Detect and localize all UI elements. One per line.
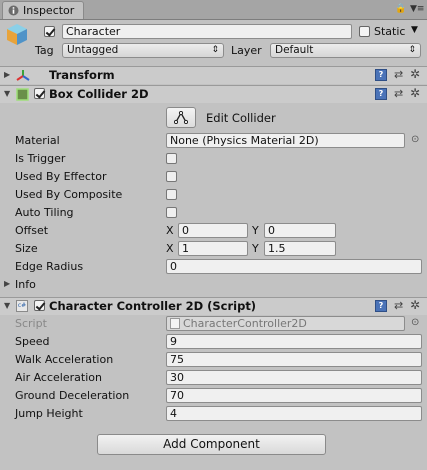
object-picker-icon[interactable]: ⊙ bbox=[411, 134, 419, 145]
edit-collider-label: Edit Collider bbox=[206, 111, 276, 125]
controller-field-input[interactable]: 9 bbox=[166, 334, 422, 349]
layer-dropdown[interactable]: Default ⇕ bbox=[270, 43, 421, 58]
controller-title: Character Controller 2D (Script) bbox=[49, 299, 257, 313]
script-file-icon bbox=[170, 318, 180, 329]
help-icon[interactable]: ? bbox=[375, 300, 387, 312]
object-name-input[interactable]: Character bbox=[62, 24, 352, 39]
size-x-label: X bbox=[166, 242, 174, 255]
box-collider-icon bbox=[16, 88, 29, 101]
fold-closed-icon[interactable]: ▶ bbox=[4, 70, 10, 79]
static-dropdown-icon[interactable]: ▼ bbox=[411, 25, 418, 35]
is-trigger-label: Is Trigger bbox=[15, 152, 66, 165]
chevron-down-icon: ⇕ bbox=[408, 45, 416, 55]
chevron-down-icon: ⇕ bbox=[211, 45, 219, 55]
script-label: Script bbox=[15, 317, 47, 330]
used-by-composite-label: Used By Composite bbox=[15, 188, 123, 201]
size-x-input[interactable]: 1 bbox=[178, 241, 248, 256]
offset-label: Offset bbox=[15, 224, 49, 237]
size-y-input[interactable]: 1.5 bbox=[264, 241, 336, 256]
used-by-effector-label: Used By Effector bbox=[15, 170, 107, 183]
static-checkbox[interactable] bbox=[359, 26, 370, 37]
object-picker-icon: ⊙ bbox=[411, 317, 420, 328]
preset-icon[interactable]: ⇄ bbox=[394, 299, 403, 312]
tab-label: Inspector bbox=[23, 4, 75, 17]
material-label: Material bbox=[15, 134, 60, 147]
gear-icon[interactable]: ✲ bbox=[410, 86, 420, 100]
gear-icon[interactable]: ✲ bbox=[410, 298, 420, 312]
info-icon bbox=[8, 5, 19, 16]
lock-icon[interactable]: 🔒 bbox=[395, 4, 406, 14]
preset-icon[interactable]: ⇄ bbox=[394, 68, 403, 81]
script-field: CharacterController2D bbox=[166, 316, 405, 331]
character-controller-header[interactable]: ▼ c# Character Controller 2D (Script) ? … bbox=[0, 297, 427, 315]
controller-field-label: Air Acceleration bbox=[15, 371, 102, 384]
used-by-effector-checkbox[interactable] bbox=[166, 171, 177, 182]
game-object-icon bbox=[7, 24, 27, 45]
fold-open-icon[interactable]: ▼ bbox=[4, 301, 10, 310]
controller-field-label: Ground Deceleration bbox=[15, 389, 130, 402]
preset-icon[interactable]: ⇄ bbox=[394, 87, 403, 100]
box-collider-header[interactable]: ▼ Box Collider 2D ? ⇄ ✲ bbox=[0, 85, 427, 103]
add-component-button[interactable]: Add Component bbox=[97, 434, 326, 455]
help-icon[interactable]: ? bbox=[375, 88, 387, 100]
offset-y-input[interactable]: 0 bbox=[264, 223, 336, 238]
edge-radius-label: Edge Radius bbox=[15, 260, 84, 273]
edit-collider-button[interactable] bbox=[166, 107, 196, 128]
size-label: Size bbox=[15, 242, 38, 255]
edge-radius-input[interactable]: 0 bbox=[166, 259, 422, 274]
offset-y-label: Y bbox=[252, 224, 259, 237]
is-trigger-checkbox[interactable] bbox=[166, 153, 177, 164]
used-by-composite-checkbox[interactable] bbox=[166, 189, 177, 200]
layer-label: Layer bbox=[231, 44, 262, 57]
auto-tiling-checkbox[interactable] bbox=[166, 207, 177, 218]
transform-header[interactable]: ▶ Transform ? ⇄ ✲ bbox=[0, 66, 427, 84]
controller-enabled-checkbox[interactable] bbox=[34, 300, 45, 311]
box-collider-enabled-checkbox[interactable] bbox=[34, 88, 45, 99]
tag-value: Untagged bbox=[67, 44, 119, 56]
controller-field-label: Walk Acceleration bbox=[15, 353, 114, 366]
info-fold-icon[interactable]: ▶ bbox=[4, 279, 10, 288]
box-collider-title: Box Collider 2D bbox=[49, 87, 149, 101]
help-icon[interactable]: ? bbox=[375, 69, 387, 81]
transform-icon bbox=[16, 70, 30, 81]
tab-menu-icon[interactable]: ▼≡ bbox=[410, 4, 424, 14]
tag-dropdown[interactable]: Untagged ⇕ bbox=[62, 43, 224, 58]
active-checkbox[interactable] bbox=[44, 26, 55, 37]
controller-field-input[interactable]: 30 bbox=[166, 370, 422, 385]
tab-inspector[interactable]: Inspector bbox=[2, 1, 84, 19]
offset-x-label: X bbox=[166, 224, 174, 237]
static-label: Static bbox=[374, 25, 406, 38]
edit-collider-icon bbox=[174, 111, 188, 124]
tab-bar: Inspector 🔒 ▼≡ bbox=[0, 0, 427, 20]
layer-value: Default bbox=[275, 44, 314, 56]
info-label[interactable]: Info bbox=[15, 278, 36, 291]
gear-icon[interactable]: ✲ bbox=[410, 67, 420, 81]
script-icon: c# bbox=[16, 300, 28, 312]
controller-field-label: Jump Height bbox=[15, 407, 83, 420]
transform-title: Transform bbox=[49, 68, 115, 82]
tag-label: Tag bbox=[35, 44, 54, 57]
size-y-label: Y bbox=[252, 242, 259, 255]
controller-field-input[interactable]: 4 bbox=[166, 406, 422, 421]
script-value: CharacterController2D bbox=[183, 317, 307, 330]
auto-tiling-label: Auto Tiling bbox=[15, 206, 74, 219]
offset-x-input[interactable]: 0 bbox=[178, 223, 248, 238]
material-field[interactable]: None (Physics Material 2D) bbox=[166, 133, 405, 148]
fold-open-icon[interactable]: ▼ bbox=[4, 89, 10, 98]
controller-field-label: Speed bbox=[15, 335, 50, 348]
controller-field-input[interactable]: 75 bbox=[166, 352, 422, 367]
controller-field-input[interactable]: 70 bbox=[166, 388, 422, 403]
